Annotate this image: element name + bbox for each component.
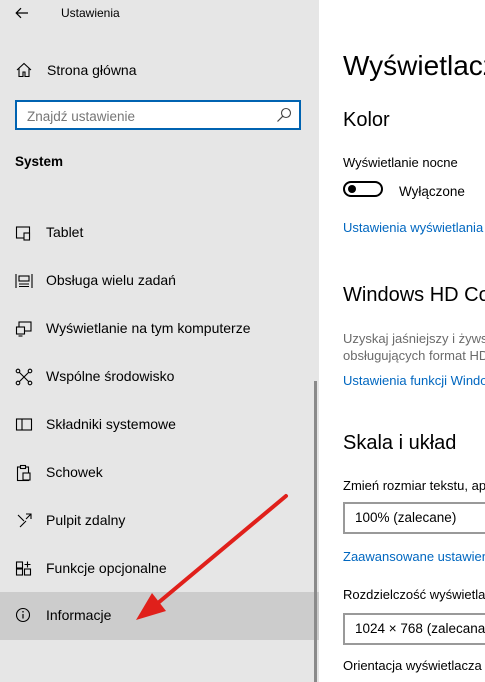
sidebar-item-label: Schowek [46, 464, 103, 480]
resolution-label: Rozdzielczość wyświetlacza [343, 587, 485, 602]
night-light-label: Wyświetlanie nocne [343, 155, 458, 170]
tablet-icon [15, 226, 31, 241]
sidebar: Ustawienia Strona główna System Tablet O… [0, 0, 319, 682]
sidebar-item-home[interactable]: Strona główna [0, 52, 319, 86]
back-arrow-icon [15, 7, 28, 19]
night-light-settings-link[interactable]: Ustawienia wyświetlania nocnego [343, 220, 485, 235]
sidebar-item-clipboard[interactable]: Schowek [0, 449, 319, 497]
night-light-toggle[interactable] [343, 181, 383, 197]
projecting-icon [15, 321, 32, 337]
home-icon [16, 62, 32, 78]
scale-heading: Skala i układ [343, 432, 457, 454]
sidebar-item-label: Strona główna [47, 62, 137, 78]
sidebar-item-remote-desktop[interactable]: Pulpit zdalny [0, 497, 319, 545]
back-button[interactable] [8, 2, 36, 24]
search-icon[interactable] [276, 107, 292, 123]
hdr-description-line2: obsługujących format HDR. [343, 348, 485, 363]
sidebar-item-tablet[interactable]: Tablet [0, 209, 319, 257]
hdr-heading: Windows HD Color [343, 284, 485, 306]
night-light-toggle-state: Wyłączone [399, 184, 465, 199]
sidebar-item-projecting[interactable]: Wyświetlanie na tym komputerze [0, 305, 319, 353]
hdr-settings-link[interactable]: Ustawienia funkcji Windows HD Color [343, 373, 485, 388]
sidebar-item-label: Pulpit zdalny [46, 512, 126, 528]
system-components-icon [15, 418, 33, 431]
sidebar-item-label: Wyświetlanie na tym komputerze [46, 320, 251, 336]
sidebar-item-about[interactable]: Informacje [0, 592, 319, 640]
toggle-knob [348, 185, 356, 193]
search-input[interactable] [25, 106, 269, 126]
sidebar-scrollbar[interactable] [314, 381, 317, 682]
optional-features-icon [15, 561, 32, 576]
color-heading: Kolor [343, 109, 390, 131]
info-icon [15, 607, 31, 623]
shared-experiences-icon [15, 368, 33, 386]
sidebar-item-label: Tablet [46, 224, 84, 240]
multitasking-icon [15, 274, 33, 288]
orientation-label: Orientacja wyświetlacza [343, 658, 482, 673]
title-bar: Ustawienia [0, 0, 319, 28]
page-title: Wyświetlacz [343, 50, 485, 81]
sidebar-item-label: Obsługa wielu zadań [46, 272, 176, 288]
resolution-dropdown[interactable]: 1024 × 768 (zalecana) [343, 613, 485, 645]
clipboard-icon [16, 464, 31, 482]
scale-dropdown-value: 100% (zalecane) [355, 510, 457, 525]
sidebar-item-multitasking[interactable]: Obsługa wielu zadań [0, 257, 319, 305]
main-content: Wyświetlacz Kolor Wyświetlanie nocne Wył… [319, 0, 485, 682]
text-size-label: Zmień rozmiar tekstu, aplikacji i innych… [343, 478, 485, 493]
sidebar-item-system-components[interactable]: Składniki systemowe [0, 401, 319, 449]
remote-desktop-icon [17, 513, 32, 528]
search-box[interactable] [15, 100, 301, 130]
resolution-dropdown-value: 1024 × 768 (zalecana) [355, 621, 485, 636]
sidebar-item-label: Funkcje opcjonalne [46, 560, 167, 576]
sidebar-item-optional-features[interactable]: Funkcje opcjonalne [0, 545, 319, 593]
app-title: Ustawienia [61, 6, 120, 20]
sidebar-item-label: Informacje [46, 607, 112, 623]
hdr-description-line1: Uzyskaj jaśniejszy i żywszy obraz w apli… [343, 331, 485, 346]
section-title: System [15, 154, 64, 169]
sidebar-item-shared-experiences[interactable]: Wspólne środowisko [0, 353, 319, 401]
advanced-scaling-link[interactable]: Zaawansowane ustawienia skalowania [343, 549, 485, 564]
sidebar-item-label: Wspólne środowisko [46, 368, 175, 384]
scale-dropdown[interactable]: 100% (zalecane) [343, 502, 485, 534]
sidebar-item-label: Składniki systemowe [46, 416, 176, 432]
